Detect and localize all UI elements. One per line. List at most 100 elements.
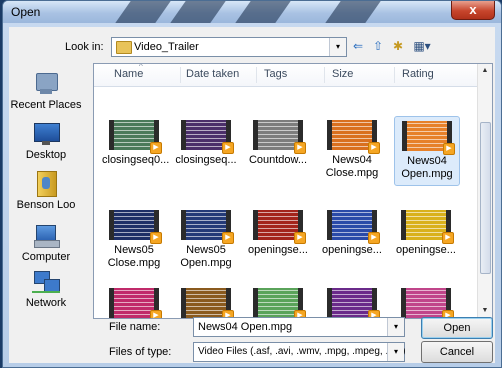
title-bar[interactable]: Open x — [3, 1, 501, 23]
video-thumbnail-icon: ▶ — [253, 120, 306, 154]
file-name-label: File name: — [109, 321, 161, 333]
place-recent-places[interactable]: Recent Places — [9, 71, 83, 111]
chevron-down-icon[interactable]: ▾ — [387, 318, 404, 336]
play-badge-icon: ▶ — [442, 232, 454, 244]
close-button[interactable]: x — [451, 1, 495, 20]
file-item[interactable]: ▶ News04 Close.mpg — [320, 120, 384, 180]
column-size[interactable]: Size — [332, 68, 353, 80]
file-type-dropdown[interactable]: Video Files (.asf, .avi, .wmv, .mpg, .mp… — [193, 342, 405, 362]
file-item-label: closingseq0... — [102, 154, 170, 166]
places-bar: Recent Places Desktop Benson Loo Compute… — [9, 63, 83, 317]
column-divider[interactable] — [394, 67, 395, 83]
chevron-down-icon[interactable]: ▾ — [329, 38, 346, 56]
computer-icon — [32, 223, 60, 249]
video-thumbnail-icon: ▶ — [253, 288, 306, 318]
play-badge-icon: ▶ — [150, 232, 162, 244]
video-thumbnail-icon: ▶ — [401, 288, 454, 318]
play-badge-icon: ▶ — [443, 143, 455, 155]
place-label: Benson Loo — [16, 199, 76, 211]
recent-places-icon — [32, 71, 60, 97]
desktop-icon — [32, 121, 60, 147]
file-item[interactable]: ▶ News04 Open.mpg — [394, 116, 460, 186]
window-title: Open — [11, 5, 41, 19]
place-network[interactable]: Network — [9, 269, 83, 309]
file-item[interactable]: ▶ closingseq... — [174, 120, 238, 167]
column-divider[interactable] — [180, 67, 181, 83]
scroll-down-icon[interactable]: ▼ — [478, 304, 492, 318]
file-item[interactable]: ▶ — [320, 288, 384, 318]
file-item[interactable]: ▶ Countdow... — [246, 120, 310, 167]
file-item[interactable]: ▶ openingse... — [394, 210, 458, 257]
file-name-field[interactable]: News04 Open.mpg ▾ — [193, 317, 405, 337]
place-label: Network — [25, 297, 67, 309]
chevron-down-icon[interactable]: ▾ — [387, 343, 404, 361]
play-badge-icon: ▶ — [150, 310, 162, 318]
file-type-value: Video Files (.asf, .avi, .wmv, .mpg, .mp… — [198, 346, 406, 357]
vertical-scrollbar[interactable]: ▲ ▼ — [477, 64, 492, 318]
play-badge-icon: ▶ — [222, 232, 234, 244]
file-item-label: News05 Open.mpg — [180, 244, 232, 269]
video-thumbnail-icon: ▶ — [327, 120, 380, 154]
column-rating[interactable]: Rating — [402, 68, 434, 80]
file-item-label: closingseq... — [175, 154, 237, 166]
user-folder-icon — [32, 171, 60, 197]
folder-icon — [116, 41, 132, 54]
place-computer[interactable]: Computer — [9, 223, 83, 263]
video-thumbnail-icon: ▶ — [181, 210, 234, 244]
video-thumbnail-icon: ▶ — [109, 210, 162, 244]
play-badge-icon: ▶ — [368, 142, 380, 154]
file-item-label: openingse... — [322, 244, 382, 256]
file-item[interactable]: ▶ — [394, 288, 458, 318]
place-label: Desktop — [25, 149, 67, 161]
place-desktop[interactable]: Desktop — [9, 121, 83, 161]
file-item-label: Countdow... — [248, 154, 308, 166]
place-label: Computer — [21, 251, 71, 263]
network-icon — [32, 269, 60, 295]
file-item[interactable]: ▶ News05 Open.mpg — [174, 210, 238, 270]
scroll-up-icon[interactable]: ▲ — [478, 64, 492, 78]
file-item[interactable]: ▶ openingse... — [246, 210, 310, 257]
scrollbar-thumb[interactable] — [480, 122, 491, 274]
video-thumbnail-icon: ▶ — [181, 120, 234, 154]
titlebar-decoration — [325, 1, 381, 23]
file-list[interactable]: Name ^ Date taken Tags Size Rating ▶ clos… — [93, 63, 493, 319]
sort-ascending-icon: ^ — [139, 63, 143, 71]
open-button[interactable]: Open — [421, 317, 493, 339]
cancel-button[interactable]: Cancel — [421, 341, 493, 363]
file-item[interactable]: ▶ — [174, 288, 238, 318]
file-item[interactable]: ▶ News05 Close.mpg — [102, 210, 166, 270]
play-badge-icon: ▶ — [222, 142, 234, 154]
look-in-dropdown[interactable]: Video_Trailer ▾ — [111, 37, 347, 57]
play-badge-icon: ▶ — [294, 142, 306, 154]
file-item[interactable]: ▶ — [246, 288, 310, 318]
column-divider[interactable] — [256, 67, 257, 83]
play-badge-icon: ▶ — [150, 142, 162, 154]
look-in-label: Look in: — [65, 41, 104, 53]
file-item-label: News04 Close.mpg — [325, 154, 379, 179]
place-benson-loo[interactable]: Benson Loo — [9, 171, 83, 211]
place-label: Recent Places — [10, 99, 82, 111]
look-in-value: Video_Trailer — [134, 41, 199, 53]
views-menu-icon[interactable]: ▦▾ — [409, 38, 435, 54]
back-icon[interactable]: ⇐ — [349, 38, 367, 54]
file-item-label: openingse... — [396, 244, 456, 256]
file-item[interactable]: ▶ closingseq0... — [102, 120, 170, 167]
file-item[interactable]: ▶ — [102, 288, 166, 318]
column-tags[interactable]: Tags — [264, 68, 287, 80]
up-folder-icon[interactable]: ⇧ — [369, 38, 387, 54]
video-thumbnail-icon: ▶ — [181, 288, 234, 318]
file-name-value: News04 Open.mpg — [198, 321, 293, 333]
file-item-label: News04 Open.mpg — [401, 155, 453, 180]
video-thumbnail-icon: ▶ — [327, 210, 380, 244]
video-thumbnail-icon: ▶ — [253, 210, 306, 244]
video-thumbnail-icon: ▶ — [109, 288, 162, 318]
column-header-row: Name ^ Date taken Tags Size Rating — [94, 64, 478, 87]
column-date-taken[interactable]: Date taken — [186, 68, 239, 80]
new-folder-icon[interactable]: ✱ — [389, 38, 407, 54]
column-divider[interactable] — [324, 67, 325, 83]
video-thumbnail-icon: ▶ — [327, 288, 380, 318]
file-type-label: Files of type: — [109, 346, 172, 358]
play-badge-icon: ▶ — [368, 232, 380, 244]
open-dialog: Open x Look in: Video_Trailer ▾ ⇐ ⇧ ✱ ▦▾… — [2, 0, 502, 368]
file-item[interactable]: ▶ openingse... — [320, 210, 384, 257]
